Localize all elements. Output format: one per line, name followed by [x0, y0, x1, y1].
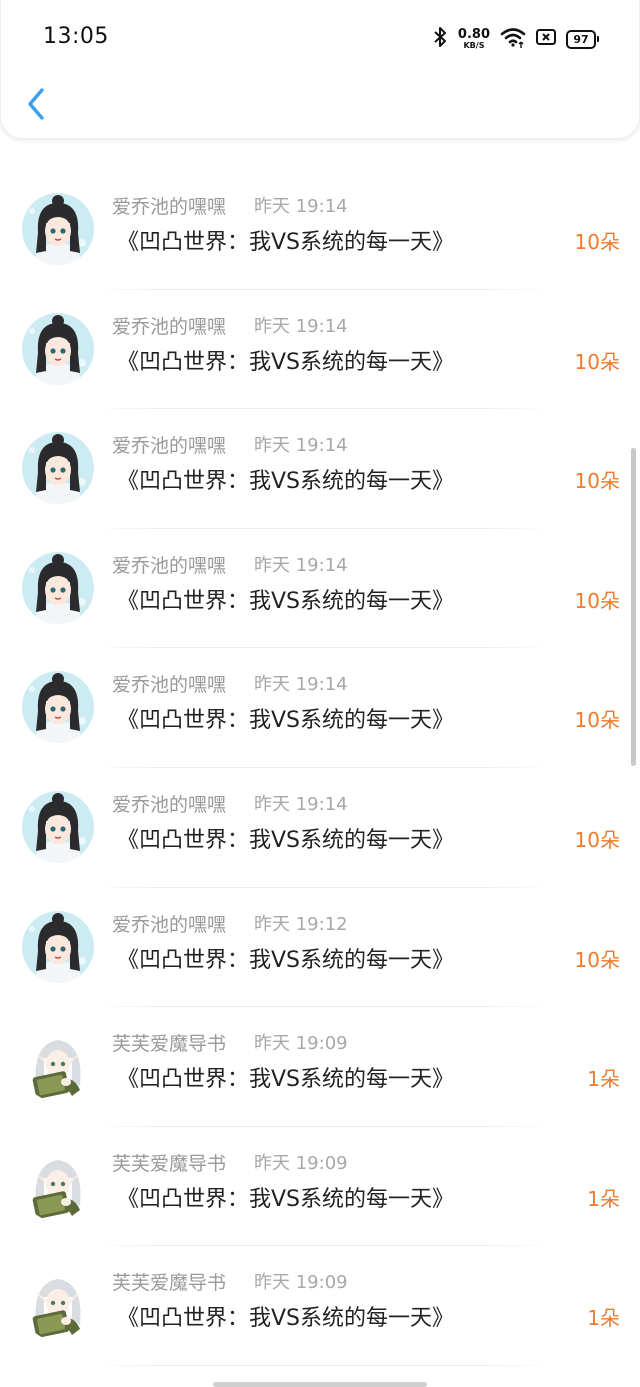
girl-avatar[interactable]: [22, 312, 94, 385]
timestamp: 昨天 19:14: [254, 793, 348, 815]
elf-book-avatar[interactable]: [22, 1030, 94, 1103]
gift-amount: 10朵: [574, 469, 620, 494]
gift-amount: 1朵: [587, 1067, 620, 1092]
divider: [95, 1364, 550, 1366]
book-title: 《凹凸世界：我VS系统的每一天》: [117, 588, 455, 614]
book-title: 《凹凸世界：我VS系统的每一天》: [117, 1186, 455, 1212]
username[interactable]: 芙芙爱魔导书: [112, 1029, 226, 1056]
battery-level: 97: [566, 29, 596, 49]
timestamp: 昨天 19:12: [254, 913, 348, 935]
gift-amount: 10朵: [574, 230, 620, 254]
bluetooth-icon: [432, 26, 448, 52]
girl-avatar[interactable]: [22, 551, 94, 624]
girl-avatar[interactable]: [22, 193, 94, 265]
girl-avatar[interactable]: [22, 790, 94, 863]
back-button[interactable]: [21, 84, 51, 124]
list-item[interactable]: 爱乔池的嘿嘿 昨天 19:14 《凹凸世界：我VS系统的每一天》 10朵: [0, 409, 640, 529]
girl-avatar[interactable]: [22, 671, 94, 744]
status-icons: 0.80 KB/S 97: [432, 26, 599, 52]
list-item[interactable]: 爱乔池的嘿嘿 昨天 19:14 《凹凸世界：我VS系统的每一天》 10朵: [0, 768, 640, 888]
status-time: 13:05: [43, 24, 109, 49]
username[interactable]: 爱乔池的嘿嘿: [112, 551, 226, 578]
top-bar: 13:05 0.80 KB/S 97: [0, 0, 640, 139]
timestamp: 昨天 19:09: [254, 1033, 348, 1055]
book-title: 《凹凸世界：我VS系统的每一天》: [117, 708, 455, 734]
gift-amount: 10朵: [574, 349, 620, 374]
gift-amount: 1朵: [587, 1186, 620, 1211]
elf-book-avatar[interactable]: [22, 1269, 94, 1342]
wifi-icon: [500, 26, 526, 52]
screen: 爱乔池的嘿嘿 昨天 19:14 《凹凸世界：我VS系统的每一天》 10朵 爱乔池…: [0, 0, 640, 1387]
home-indicator[interactable]: [213, 1382, 427, 1387]
list-item[interactable]: 芙芙爱魔导书 昨天 19:09 《凹凸世界：我VS系统的每一天》 1朵: [0, 1246, 640, 1366]
gift-amount: 10朵: [574, 708, 620, 733]
girl-avatar[interactable]: [22, 432, 94, 505]
username[interactable]: 芙芙爱魔导书: [112, 1149, 226, 1176]
username[interactable]: 爱乔池的嘿嘿: [112, 312, 226, 339]
list-item[interactable]: 芙芙爱魔导书 昨天 19:09 《凹凸世界：我VS系统的每一天》 1朵: [0, 1127, 640, 1247]
timestamp: 昨天 19:14: [254, 554, 348, 576]
username[interactable]: 爱乔池的嘿嘿: [112, 431, 226, 458]
book-title: 《凹凸世界：我VS系统的每一天》: [117, 349, 455, 375]
book-title: 《凹凸世界：我VS系统的每一天》: [117, 230, 455, 255]
gift-amount: 10朵: [574, 588, 620, 613]
timestamp: 昨天 19:14: [254, 196, 348, 217]
username[interactable]: 爱乔池的嘿嘿: [112, 790, 226, 817]
girl-avatar[interactable]: [22, 910, 94, 983]
book-title: 《凹凸世界：我VS系统的每一天》: [117, 947, 455, 973]
timestamp: 昨天 19:14: [254, 435, 348, 457]
net-speed-value: 0.80: [457, 27, 490, 42]
net-speed: 0.80 KB/S: [458, 28, 490, 50]
username[interactable]: 芙芙爱魔导书: [112, 1268, 226, 1295]
gift-amount: 10朵: [574, 947, 620, 972]
gift-record-list: 爱乔池的嘿嘿 昨天 19:14 《凹凸世界：我VS系统的每一天》 10朵 爱乔池…: [0, 170, 640, 1366]
book-title: 《凹凸世界：我VS系统的每一天》: [117, 469, 455, 495]
username[interactable]: 爱乔池的嘿嘿: [112, 910, 226, 937]
chevron-left-icon: [28, 88, 44, 120]
timestamp: 昨天 19:09: [254, 1272, 348, 1294]
scrollbar[interactable]: [631, 448, 636, 766]
book-title: 《凹凸世界：我VS系统的每一天》: [117, 827, 455, 853]
timestamp: 昨天 19:09: [254, 1152, 348, 1174]
timestamp: 昨天 19:14: [254, 674, 348, 696]
sim-off-icon: [536, 28, 556, 50]
username[interactable]: 爱乔池的嘿嘿: [112, 192, 226, 219]
list-item[interactable]: 爱乔池的嘿嘿 昨天 19:12 《凹凸世界：我VS系统的每一天》 10朵: [0, 888, 640, 1008]
list-item[interactable]: 爱乔池的嘿嘿 昨天 19:14 《凹凸世界：我VS系统的每一天》 10朵: [0, 529, 640, 649]
list-item[interactable]: 芙芙爱魔导书 昨天 19:09 《凹凸世界：我VS系统的每一天》 1朵: [0, 1007, 640, 1127]
timestamp: 昨天 19:14: [254, 315, 348, 337]
net-speed-unit: KB/S: [463, 41, 485, 50]
list-item[interactable]: 爱乔池的嘿嘿 昨天 19:14 《凹凸世界：我VS系统的每一天》 10朵: [0, 290, 640, 410]
username[interactable]: 爱乔池的嘿嘿: [112, 670, 226, 697]
list-item[interactable]: 爱乔池的嘿嘿 昨天 19:14 《凹凸世界：我VS系统的每一天》 10朵: [0, 170, 640, 290]
gift-amount: 1朵: [587, 1306, 620, 1331]
battery-icon: 97: [566, 29, 599, 49]
list-item[interactable]: 爱乔池的嘿嘿 昨天 19:14 《凹凸世界：我VS系统的每一天》 10朵: [0, 648, 640, 768]
elf-book-avatar[interactable]: [22, 1149, 94, 1222]
gift-amount: 10朵: [574, 827, 620, 852]
book-title: 《凹凸世界：我VS系统的每一天》: [117, 1067, 455, 1093]
book-title: 《凹凸世界：我VS系统的每一天》: [117, 1306, 455, 1332]
